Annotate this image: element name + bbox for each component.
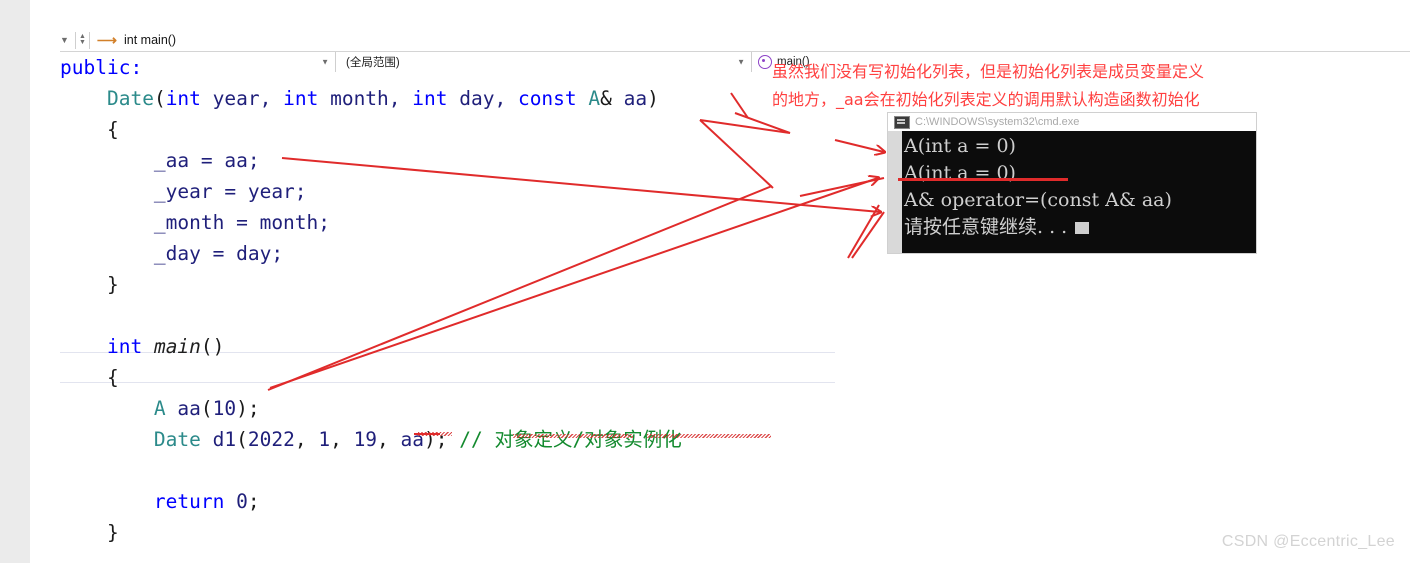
code-token: ); bbox=[236, 397, 260, 420]
editor-left-gutter bbox=[0, 0, 30, 563]
editor-margin-strip bbox=[30, 0, 60, 563]
code-token: _month = month; bbox=[60, 211, 331, 234]
code-token: 1 bbox=[318, 428, 331, 451]
code-line-l-decl-a[interactable]: A aa(10); bbox=[60, 393, 1060, 424]
code-token: aa bbox=[623, 87, 648, 110]
chevron-down-icon[interactable]: ▼ bbox=[60, 35, 69, 45]
code-token: // 对象定义/对象实例化 bbox=[459, 428, 682, 451]
screenshot-root: ▼ ▲ ▼ ⟶ int main() ▼ (全局范围) ▼ main() pub… bbox=[0, 0, 1419, 563]
code-token: () bbox=[200, 335, 225, 358]
spellcheck-squiggle bbox=[647, 434, 771, 438]
code-token: , bbox=[330, 428, 354, 451]
code-token: d1 bbox=[212, 428, 237, 451]
code-token: const bbox=[517, 87, 577, 110]
code-token: _aa = aa; bbox=[60, 149, 260, 172]
code-token: & bbox=[600, 87, 624, 110]
code-token: month, bbox=[318, 87, 413, 110]
code-token: } bbox=[60, 273, 119, 296]
code-token: aa bbox=[177, 397, 201, 420]
code-line-l-return[interactable]: return 0; bbox=[60, 486, 1060, 517]
code-token: int bbox=[412, 87, 448, 110]
stepper-updown-icon[interactable]: ▲ ▼ bbox=[74, 31, 90, 49]
console-title-text: C:\WINDOWS\system32\cmd.exe bbox=[915, 116, 1080, 128]
code-token: int bbox=[283, 87, 319, 110]
arrow-right-icon[interactable]: ⟶ bbox=[97, 33, 117, 47]
spellcheck-squiggle bbox=[418, 432, 452, 436]
console-red-underline bbox=[898, 178, 1068, 181]
console-line: A(int a = 0) bbox=[904, 135, 1016, 157]
code-token: 0 bbox=[236, 490, 248, 513]
code-line-l-decl-d1[interactable]: Date d1(2022, 1, 19, aa); // 对象定义/对象实例化 bbox=[60, 424, 1060, 455]
code-token: A bbox=[153, 397, 166, 420]
code-token: ; bbox=[247, 490, 260, 513]
code-token: 2022 bbox=[247, 428, 295, 451]
spellcheck-squiggle bbox=[513, 434, 633, 438]
annotation-text-line-1: 虽然我们没有写初始化列表，但是初始化列表是成员变量定义 bbox=[772, 62, 1205, 81]
navigation-target-label[interactable]: int main() bbox=[124, 33, 176, 47]
annotation-text-line-2: 的地方，_aa会在初始化列表定义的调用默认构造函数初始化 bbox=[772, 90, 1200, 109]
navigation-bar: ▼ ▲ ▼ ⟶ int main() bbox=[60, 28, 176, 52]
code-line-l-blank2[interactable] bbox=[60, 455, 1060, 486]
code-line-l-main[interactable]: int main() bbox=[60, 331, 1060, 362]
code-line-l-cb1[interactable]: } bbox=[60, 269, 1060, 300]
code-line-l-cb2[interactable]: } bbox=[60, 517, 1060, 548]
code-token: ( bbox=[200, 397, 213, 420]
console-line: A& operator=(const A& aa) bbox=[904, 189, 1172, 211]
code-token: , bbox=[377, 428, 401, 451]
code-token: , bbox=[294, 428, 319, 451]
code-token: return bbox=[153, 490, 225, 513]
console-window-icon bbox=[894, 115, 910, 129]
code-token: int bbox=[106, 335, 143, 358]
code-token: main bbox=[153, 335, 201, 358]
code-token: Date bbox=[106, 87, 154, 110]
code-token: ( bbox=[236, 428, 248, 451]
code-token: _day = day; bbox=[60, 242, 284, 265]
console-output: A(int a = 0) A(int a = 0) A& operator=(con… bbox=[902, 131, 1256, 253]
console-window[interactable]: C:\WINDOWS\system32\cmd.exe A(int a = 0)… bbox=[888, 113, 1256, 253]
code-token: day, bbox=[447, 87, 518, 110]
code-token: public: bbox=[60, 56, 143, 79]
code-token: int bbox=[165, 87, 201, 110]
code-token: { bbox=[60, 366, 119, 389]
code-token: { bbox=[60, 118, 119, 141]
code-line-l-ob2[interactable]: { bbox=[60, 362, 1060, 393]
code-token: } bbox=[60, 521, 119, 544]
code-token: 19 bbox=[353, 428, 378, 451]
console-line: 请按任意键继续. . . bbox=[904, 214, 1256, 241]
code-token: year, bbox=[200, 87, 284, 110]
code-token: ) bbox=[647, 87, 659, 110]
console-window-left-edge bbox=[888, 131, 902, 253]
console-title-bar[interactable]: C:\WINDOWS\system32\cmd.exe bbox=[888, 113, 1256, 131]
console-cursor bbox=[1075, 222, 1090, 234]
console-line: A(int a = 0) bbox=[904, 162, 1016, 184]
code-line-l-blank1[interactable] bbox=[60, 300, 1060, 331]
code-token: _year = year; bbox=[60, 180, 307, 203]
stepper-down-glyph: ▼ bbox=[78, 39, 86, 46]
code-token: ( bbox=[153, 87, 166, 110]
code-token: 10 bbox=[212, 397, 237, 420]
code-token: Date bbox=[153, 428, 201, 451]
csdn-watermark: CSDN @Eccentric_Lee bbox=[1221, 533, 1395, 550]
code-token: A bbox=[588, 87, 601, 110]
